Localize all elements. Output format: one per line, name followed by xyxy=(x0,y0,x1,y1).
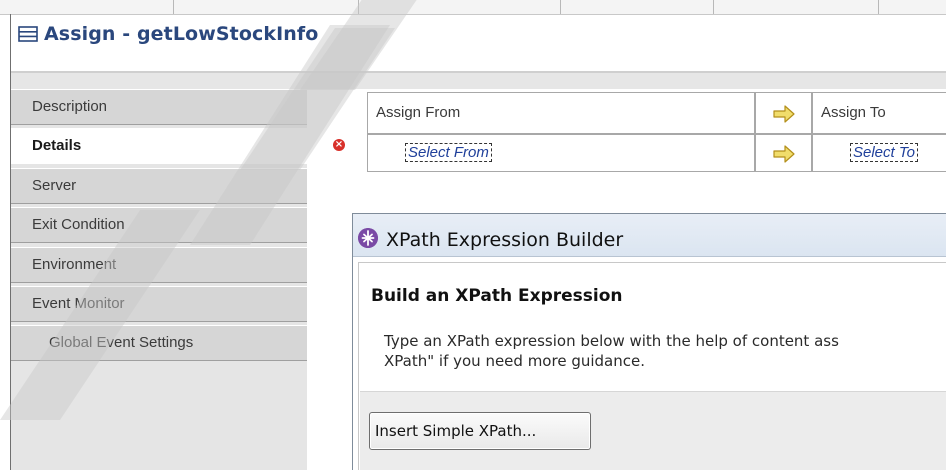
xpath-icon xyxy=(358,228,378,248)
tab-separator xyxy=(560,0,561,14)
dialog-title: XPath Expression Builder xyxy=(386,229,624,251)
dialog-description: Type an XPath expression below with the … xyxy=(384,331,944,371)
tab-separator xyxy=(713,0,714,14)
sidebar-item-environment[interactable]: Environment xyxy=(11,247,307,283)
right-arrow-icon xyxy=(773,145,795,163)
select-from-link[interactable]: Select From xyxy=(405,143,492,162)
tab-separator xyxy=(878,0,879,14)
sidebar-item-details[interactable]: Details xyxy=(11,128,307,164)
header-arrow-cell xyxy=(755,92,812,134)
page-title: Assign - getLowStockInfo xyxy=(44,23,319,45)
header-divider xyxy=(11,73,946,89)
dialog-heading: Build an XPath Expression xyxy=(371,286,623,306)
top-tab-strip xyxy=(0,0,946,15)
sidebar-item-global-event-settings[interactable]: Global Event Settings xyxy=(11,325,307,361)
assign-from-cell[interactable]: Select From xyxy=(367,134,755,172)
tab-separator xyxy=(173,0,174,14)
sidebar-item-event-monitor[interactable]: Event Monitor xyxy=(11,286,307,322)
sidebar-item-server[interactable]: Server xyxy=(11,168,307,204)
error-icon: × xyxy=(333,139,345,151)
sidebar-item-exit-condition[interactable]: Exit Condition xyxy=(11,207,307,243)
assign-to-cell[interactable]: Select To xyxy=(812,134,946,172)
sidebar-item-description[interactable]: Description xyxy=(11,89,307,125)
select-to-link[interactable]: Select To xyxy=(850,143,918,162)
assign-from-header: Assign From xyxy=(367,92,755,134)
assign-to-header: Assign To xyxy=(812,92,946,134)
list-icon xyxy=(18,26,38,42)
right-arrow-icon xyxy=(773,105,795,123)
description-line: XPath" if you need more guidance. xyxy=(384,352,645,370)
properties-view: Assign - getLowStockInfo Description Det… xyxy=(0,0,946,470)
description-line: Type an XPath expression below with the … xyxy=(384,332,839,350)
row-arrow-cell xyxy=(755,134,812,172)
insert-simple-xpath-button[interactable]: Insert Simple XPath... xyxy=(369,412,591,450)
tab-separator xyxy=(358,0,359,14)
